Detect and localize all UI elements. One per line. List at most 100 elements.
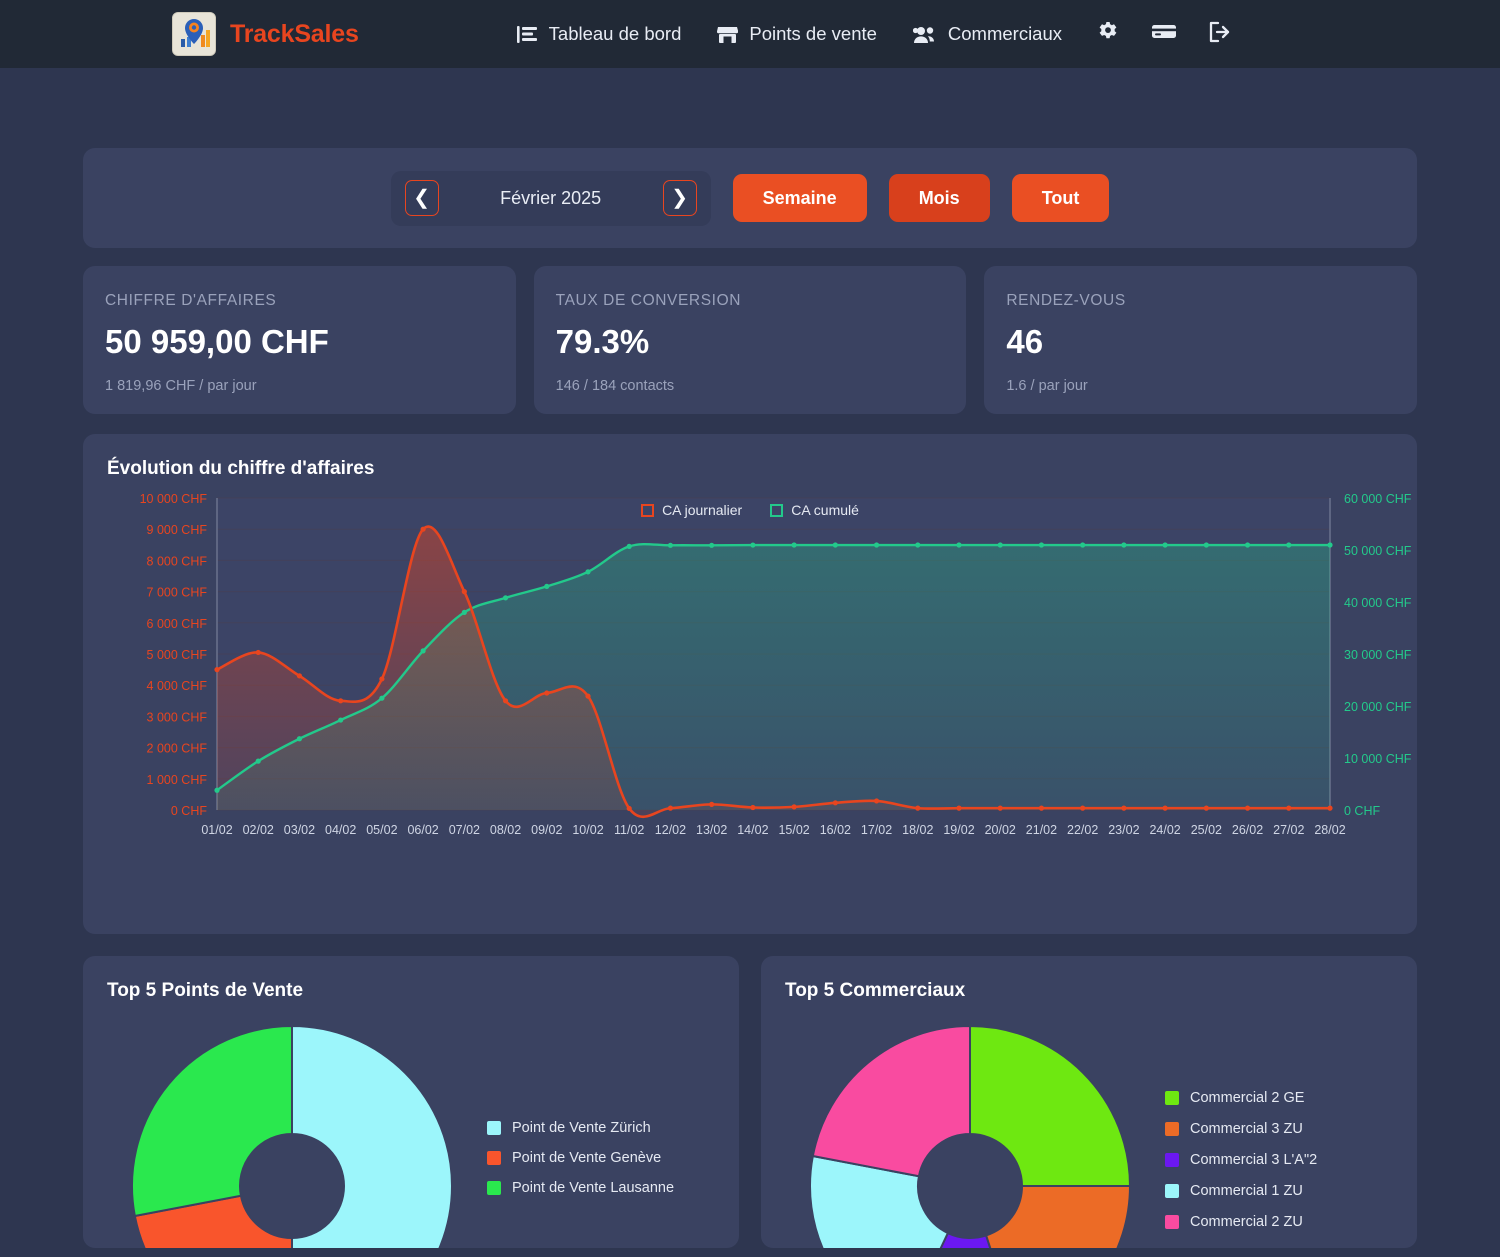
logout-button[interactable] [1192,12,1248,56]
svg-text:2 000 CHF: 2 000 CHF [147,742,208,756]
svg-text:09/02: 09/02 [531,823,562,837]
settings-button[interactable] [1080,12,1136,56]
svg-text:04/02: 04/02 [325,823,356,837]
legend-label: CA journalier [662,502,743,518]
legend-swatch [1165,1184,1179,1198]
card-icon [1151,22,1177,47]
svg-text:5 000 CHF: 5 000 CHF [147,648,208,662]
svg-text:12/02: 12/02 [655,823,686,837]
svg-text:21/02: 21/02 [1026,823,1057,837]
svg-text:20/02: 20/02 [985,823,1016,837]
svg-text:05/02: 05/02 [366,823,397,837]
legend-item[interactable]: Point de Vente Genève [487,1150,715,1166]
filter-semaine-button[interactable]: Semaine [732,174,867,222]
svg-text:02/02: 02/02 [243,823,274,837]
legend-item[interactable]: Commercial 2 ZU [1165,1214,1393,1230]
bottom-row: Top 5 Points de Vente Point de Vente Zür… [83,956,1417,1248]
brand[interactable]: TrackSales [172,12,359,56]
card-title: Top 5 Points de Vente [107,980,304,1001]
legend-label: Commercial 2 GE [1190,1090,1305,1106]
legend-item-ca-cumule[interactable]: CA cumulé [770,502,859,518]
legend-swatch [487,1121,501,1135]
evolution-chart[interactable]: CA journalier CA cumulé 0 CHF 1 000 CHF 2 … [107,480,1412,900]
nav-label: Points de vente [749,23,877,44]
svg-text:17/02: 17/02 [861,823,892,837]
stat-sub: 146 / 184 contacts [555,378,675,394]
svg-text:9 000 CHF: 9 000 CHF [147,523,208,537]
nav-label: Commerciaux [947,23,1063,44]
stat-value: 46 [1006,323,1044,360]
main-content: ❮ Février 2025 ❯ Semaine Mois Tout CHIFF… [0,148,1500,1248]
svg-text:8 000 CHF: 8 000 CHF [147,554,208,568]
next-period-button[interactable]: ❯ [662,180,697,216]
nav-item-points-de-vente[interactable]: Points de vente [699,15,895,53]
svg-text:1 000 CHF: 1 000 CHF [147,773,208,787]
nav-item-commerciaux[interactable]: Commerciaux [895,15,1080,53]
svg-text:28/02: 28/02 [1314,823,1345,837]
main-nav: Tableau de bord Points de vente Commerci… [499,12,1248,56]
chart-bar-icon [516,25,538,44]
svg-text:10 000 CHF: 10 000 CHF [1344,752,1412,766]
legend-label: Commercial 3 ZU [1190,1121,1303,1137]
filter-bar: ❮ Février 2025 ❯ Semaine Mois Tout [83,148,1417,248]
legend-item[interactable]: Commercial 2 GE [1165,1090,1393,1106]
svg-text:0 CHF: 0 CHF [1344,804,1380,818]
svg-text:4 000 CHF: 4 000 CHF [147,679,208,693]
card-title: Top 5 Commerciaux [785,980,966,1001]
nav-item-tableau-de-bord[interactable]: Tableau de bord [499,15,700,53]
prev-period-button[interactable]: ❮ [404,180,439,216]
users-icon [912,25,937,44]
legend-item[interactable]: Commercial 3 L'A"2 [1165,1152,1393,1168]
legend-label: Commercial 3 L'A"2 [1190,1152,1318,1168]
legend-label: Point de Vente Zürich [512,1120,651,1136]
legend-swatch [487,1151,501,1165]
billing-button[interactable] [1136,12,1192,56]
svg-text:19/02: 19/02 [943,823,974,837]
svg-text:07/02: 07/02 [449,823,480,837]
top-commerciaux-card: Top 5 Commerciaux Commercial 2 GE Commerc… [761,956,1417,1248]
app-header: TrackSales Tableau de bord Points de ven… [0,0,1500,68]
svg-text:7 000 CHF: 7 000 CHF [147,586,208,600]
svg-text:0 CHF: 0 CHF [171,804,207,818]
legend-item[interactable]: Commercial 3 ZU [1165,1121,1393,1137]
legend-label: Commercial 2 ZU [1190,1214,1303,1230]
stat-sub: 1.6 / par jour [1006,378,1088,394]
filter-mois-button[interactable]: Mois [888,174,990,222]
svg-text:03/02: 03/02 [284,823,315,837]
stat-label: CHIFFRE D'AFFAIRES [105,292,277,309]
stat-cards: CHIFFRE D'AFFAIRES 50 959,00 CHF 1 819,9… [83,266,1418,414]
svg-text:30 000 CHF: 30 000 CHF [1344,648,1412,662]
svg-text:13/02: 13/02 [696,823,727,837]
filter-tout-button[interactable]: Tout [1011,174,1110,222]
commerciaux-donut-chart[interactable] [785,1010,1155,1248]
svg-text:27/02: 27/02 [1273,823,1304,837]
stat-card-rendez-vous: RENDEZ-VOUS 46 1.6 / par jour [984,266,1418,414]
legend-item[interactable]: Commercial 1 ZU [1165,1183,1393,1199]
legend-label: CA cumulé [791,502,859,518]
svg-text:3 000 CHF: 3 000 CHF [147,710,208,724]
svg-text:15/02: 15/02 [778,823,809,837]
top-points-de-vente-card: Top 5 Points de Vente Point de Vente Zür… [83,956,739,1248]
legend-swatch [1165,1153,1179,1167]
legend-swatch [641,503,655,517]
legend-item-ca-journalier[interactable]: CA journalier [641,502,742,518]
legend-swatch [1165,1215,1179,1229]
svg-text:50 000 CHF: 50 000 CHF [1344,544,1412,558]
legend-item[interactable]: Point de Vente Zürich [487,1120,715,1136]
legend-swatch [1165,1122,1179,1136]
pdv-donut-legend: Point de Vente Zürich Point de Vente Genè… [477,1010,715,1196]
stat-card-taux-conversion: TAUX DE CONVERSION 79.3% 146 / 184 conta… [533,266,967,414]
stat-card-chiffre-affaires: CHIFFRE D'AFFAIRES 50 959,00 CHF 1 819,9… [83,266,516,414]
store-icon [717,25,739,44]
svg-text:01/02: 01/02 [201,823,232,837]
commerciaux-donut-legend: Commercial 2 GE Commercial 3 ZU Commercial… [1155,1010,1393,1230]
pdv-donut-chart[interactable] [107,1010,477,1248]
svg-text:25/02: 25/02 [1191,823,1222,837]
map-pin-chart-logo [172,12,216,56]
logout-icon [1208,21,1232,48]
svg-text:10/02: 10/02 [572,823,603,837]
gear-icon [1096,20,1120,49]
svg-text:23/02: 23/02 [1108,823,1139,837]
svg-text:6 000 CHF: 6 000 CHF [147,617,208,631]
legend-item[interactable]: Point de Vente Lausanne [487,1180,715,1196]
